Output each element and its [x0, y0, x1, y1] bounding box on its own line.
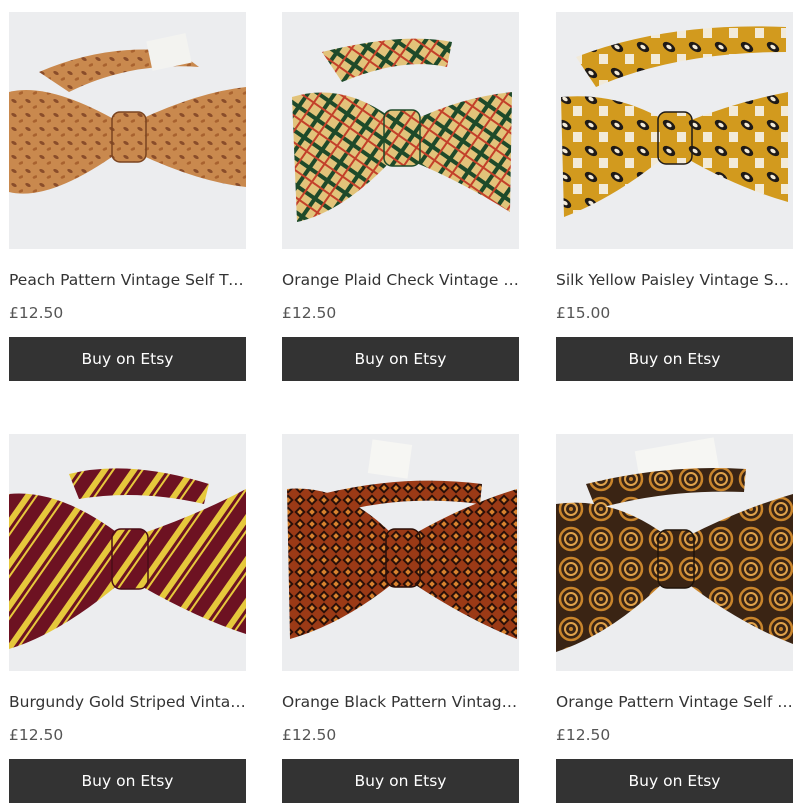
buy-on-etsy-button[interactable]: Buy on Etsy [282, 337, 519, 381]
product-image[interactable] [556, 12, 793, 249]
product-card: Orange Pattern Vintage Self Tie Bow Tie … [556, 434, 793, 803]
buy-on-etsy-button[interactable]: Buy on Etsy [9, 337, 246, 381]
product-card: Silk Yellow Paisley Vintage Self Tie Bow… [556, 12, 793, 381]
product-title[interactable]: Burgundy Gold Striped Vintage Self Tie B… [9, 692, 246, 712]
product-price: £15.00 [556, 304, 611, 322]
bow-tie-image [282, 12, 519, 249]
bow-tie-image [282, 434, 519, 671]
product-image[interactable] [9, 434, 246, 671]
product-price: £12.50 [556, 726, 611, 744]
buy-on-etsy-button[interactable]: Buy on Etsy [556, 759, 793, 803]
product-card: Orange Plaid Check Vintage Self Tie Bow … [282, 12, 519, 381]
bow-tie-image [9, 434, 246, 671]
product-price: £12.50 [282, 304, 337, 322]
product-card: Peach Pattern Vintage Self Tie Bow Tie £… [9, 12, 246, 381]
bow-tie-image [9, 12, 246, 249]
buy-on-etsy-button[interactable]: Buy on Etsy [9, 759, 246, 803]
product-title[interactable]: Orange Plaid Check Vintage Self Tie Bow … [282, 270, 519, 290]
product-price: £12.50 [9, 726, 64, 744]
product-title[interactable]: Orange Black Pattern Vintage Self Tie Bo… [282, 692, 519, 712]
product-price: £12.50 [9, 304, 64, 322]
product-image[interactable] [282, 12, 519, 249]
product-title[interactable]: Peach Pattern Vintage Self Tie Bow Tie [9, 270, 246, 290]
product-card: Orange Black Pattern Vintage Self Tie Bo… [282, 434, 519, 803]
product-price: £12.50 [282, 726, 337, 744]
buy-on-etsy-button[interactable]: Buy on Etsy [282, 759, 519, 803]
product-image[interactable] [282, 434, 519, 671]
product-image[interactable] [9, 12, 246, 249]
bow-tie-image [556, 434, 793, 671]
buy-on-etsy-button[interactable]: Buy on Etsy [556, 337, 793, 381]
product-card: Burgundy Gold Striped Vintage Self Tie B… [9, 434, 246, 803]
bow-tie-image [556, 12, 793, 249]
product-title[interactable]: Orange Pattern Vintage Self Tie Bow Tie [556, 692, 793, 712]
product-image[interactable] [556, 434, 793, 671]
product-title[interactable]: Silk Yellow Paisley Vintage Self Tie Bow… [556, 270, 793, 290]
